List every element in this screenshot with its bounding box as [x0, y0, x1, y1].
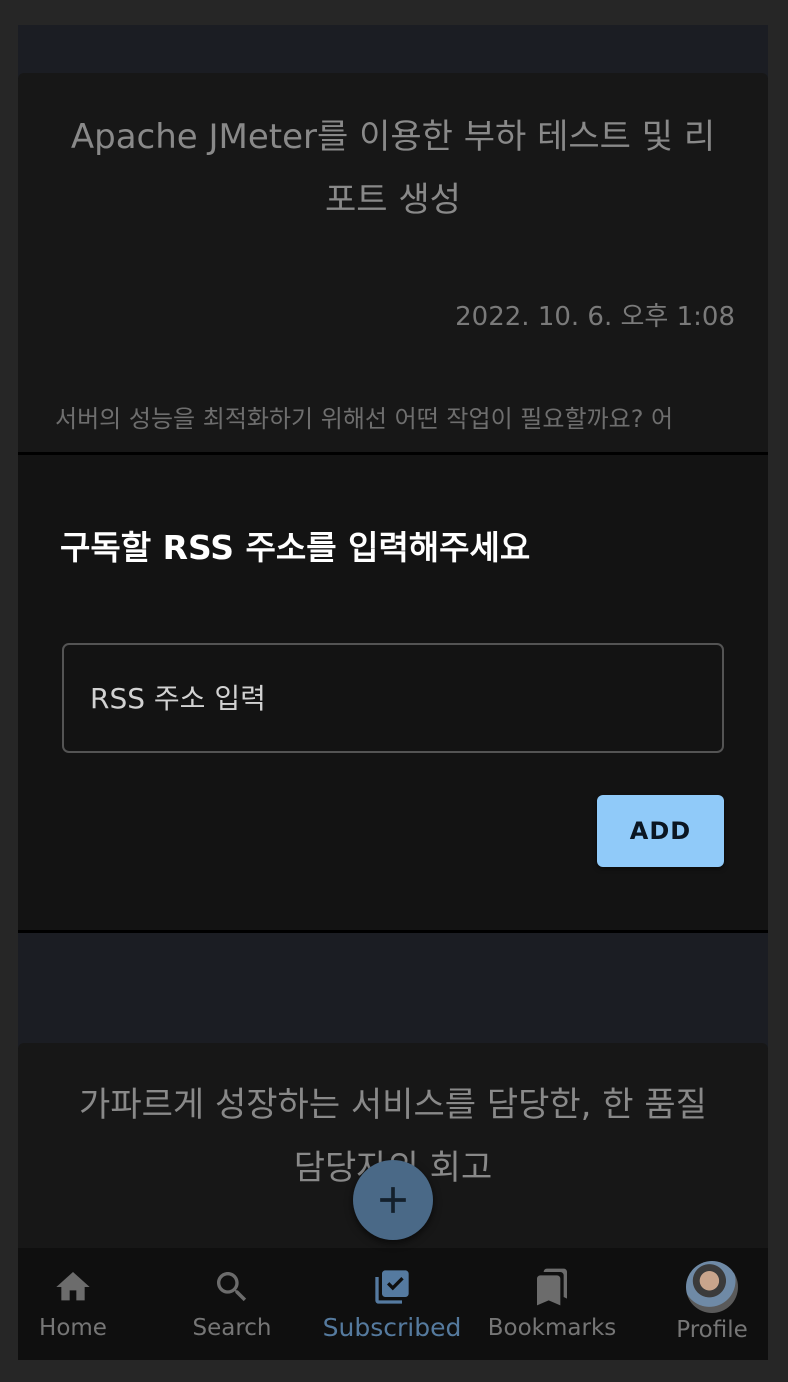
add-rss-dialog: 구독할 RSS 주소를 입력해주세요 ADD: [18, 452, 768, 933]
bottom-navigation: Home Search Subscribed Bookmarks Profile: [18, 1248, 768, 1360]
bookmarks-icon: [532, 1267, 572, 1307]
avatar: [686, 1261, 738, 1313]
app-screen: Apache JMeter를 이용한 부하 테스트 및 리포트 생성 2022.…: [18, 25, 768, 1360]
nav-item-bookmarks[interactable]: Bookmarks: [477, 1248, 627, 1360]
nav-label: Search: [192, 1315, 272, 1341]
nav-label: Bookmarks: [487, 1315, 617, 1341]
card-date: 2022. 10. 6. 오후 1:08: [455, 302, 735, 332]
nav-item-subscribed[interactable]: Subscribed: [317, 1248, 467, 1360]
nav-item-profile[interactable]: Profile: [637, 1248, 768, 1360]
home-icon: [53, 1267, 93, 1307]
library-add-check-icon: [372, 1267, 412, 1307]
add-fab-button[interactable]: [353, 1160, 433, 1240]
nav-item-search[interactable]: Search: [157, 1248, 307, 1360]
nav-label: Home: [39, 1315, 107, 1341]
nav-label: Profile: [676, 1317, 748, 1343]
card-excerpt: 서버의 성능을 최적화하기 위해선 어떤 작업이 필요할까요? 어: [55, 405, 674, 433]
dialog-title: 구독할 RSS 주소를 입력해주세요: [60, 528, 531, 567]
card-title: Apache JMeter를 이용한 부하 테스트 및 리포트 생성: [70, 117, 716, 220]
nav-label: Subscribed: [322, 1313, 462, 1342]
nav-item-home[interactable]: Home: [18, 1248, 148, 1360]
add-button[interactable]: ADD: [597, 795, 724, 867]
add-icon: [380, 1187, 406, 1213]
search-icon: [212, 1267, 252, 1307]
rss-url-input[interactable]: [62, 643, 724, 753]
